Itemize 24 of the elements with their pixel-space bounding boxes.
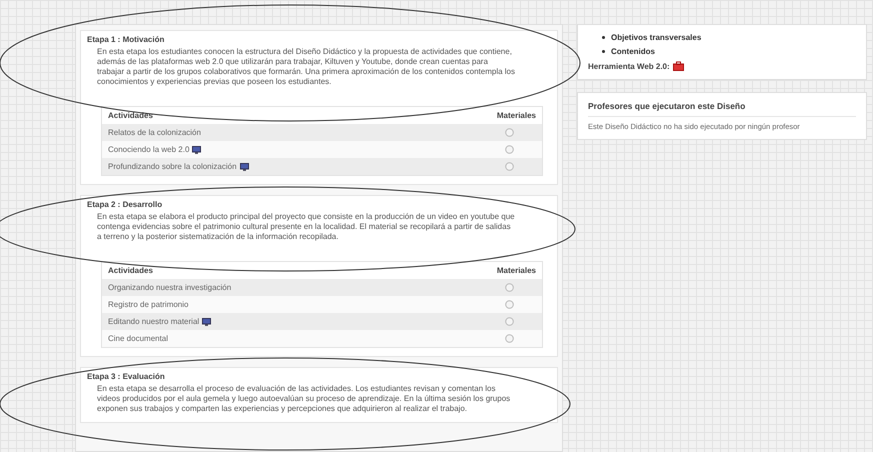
- sidebar-link[interactable]: Objetivos transversales: [611, 33, 702, 42]
- activity-link[interactable]: Registro de patrimonio: [108, 300, 188, 309]
- bullet-icon: [602, 36, 605, 39]
- toolbox-icon[interactable]: [672, 61, 684, 71]
- stage-description: En esta etapa los estudiantes conocen la estructura del Diseño Didáctico y la propuesta de actividades que contiene, además de las plataformas web 2.0 que utilizarán para trabajar, Kiltuven y Youtube, donde crean cuentas para trabajar a partir de los grupos colaborativos que formarán. Una primera aproximación de los contenidos contempla los conocimientos y experiencias previas que poseen los estudiantes.: [97, 47, 515, 87]
- column-header: Materiales: [496, 111, 536, 120]
- sidebar-link[interactable]: Contenidos: [611, 47, 655, 56]
- column-header: Actividades: [108, 266, 153, 275]
- activity-link[interactable]: Relatos de la colonización: [108, 128, 201, 137]
- activity-link[interactable]: Organizando nuestra investigación: [108, 283, 232, 292]
- stage-description: En esta etapa se elabora el producto principal del proyecto que consiste en la producción de un video en youtube que contenga evidencias sobre el patrimonio cultural presente en la localidad. El material se recopilará a partir de salidas a terreno y la posterior sistematización de la información recopilada.: [97, 212, 515, 242]
- stage-title: Etapa 1 : Motivación: [87, 35, 166, 44]
- stage-title: Etapa 2 : Desarrollo: [87, 200, 164, 209]
- activity-link[interactable]: Cine documental: [108, 334, 168, 343]
- tool-label: Herramienta Web 2.0:: [588, 62, 670, 70]
- column-header: Actividades: [108, 111, 153, 120]
- column-header: Materiales: [496, 266, 536, 275]
- stage-title: Etapa 3 : Evaluación: [87, 372, 166, 381]
- card-title: Profesores que ejecutaron este Diseño: [588, 101, 856, 117]
- bullet-icon: [602, 50, 605, 53]
- activity-link[interactable]: Editando nuestro material: [108, 317, 200, 326]
- stage-description: En esta etapa se desarrolla el proceso de evaluación de las actividades. Los estudiantes revisan y comentan los videos producidos por el aula gemela y luego autoevalúan su proceso de aprendizaje. En la última sesión los grupos exponen sus trabajos y comparten las experiencias y percepciones que adquirieron al realizar el trabajo.: [97, 384, 512, 414]
- activity-link[interactable]: Conociendo la web 2.0: [108, 145, 190, 154]
- activity-link[interactable]: Profundizando sobre la colonización: [108, 162, 237, 171]
